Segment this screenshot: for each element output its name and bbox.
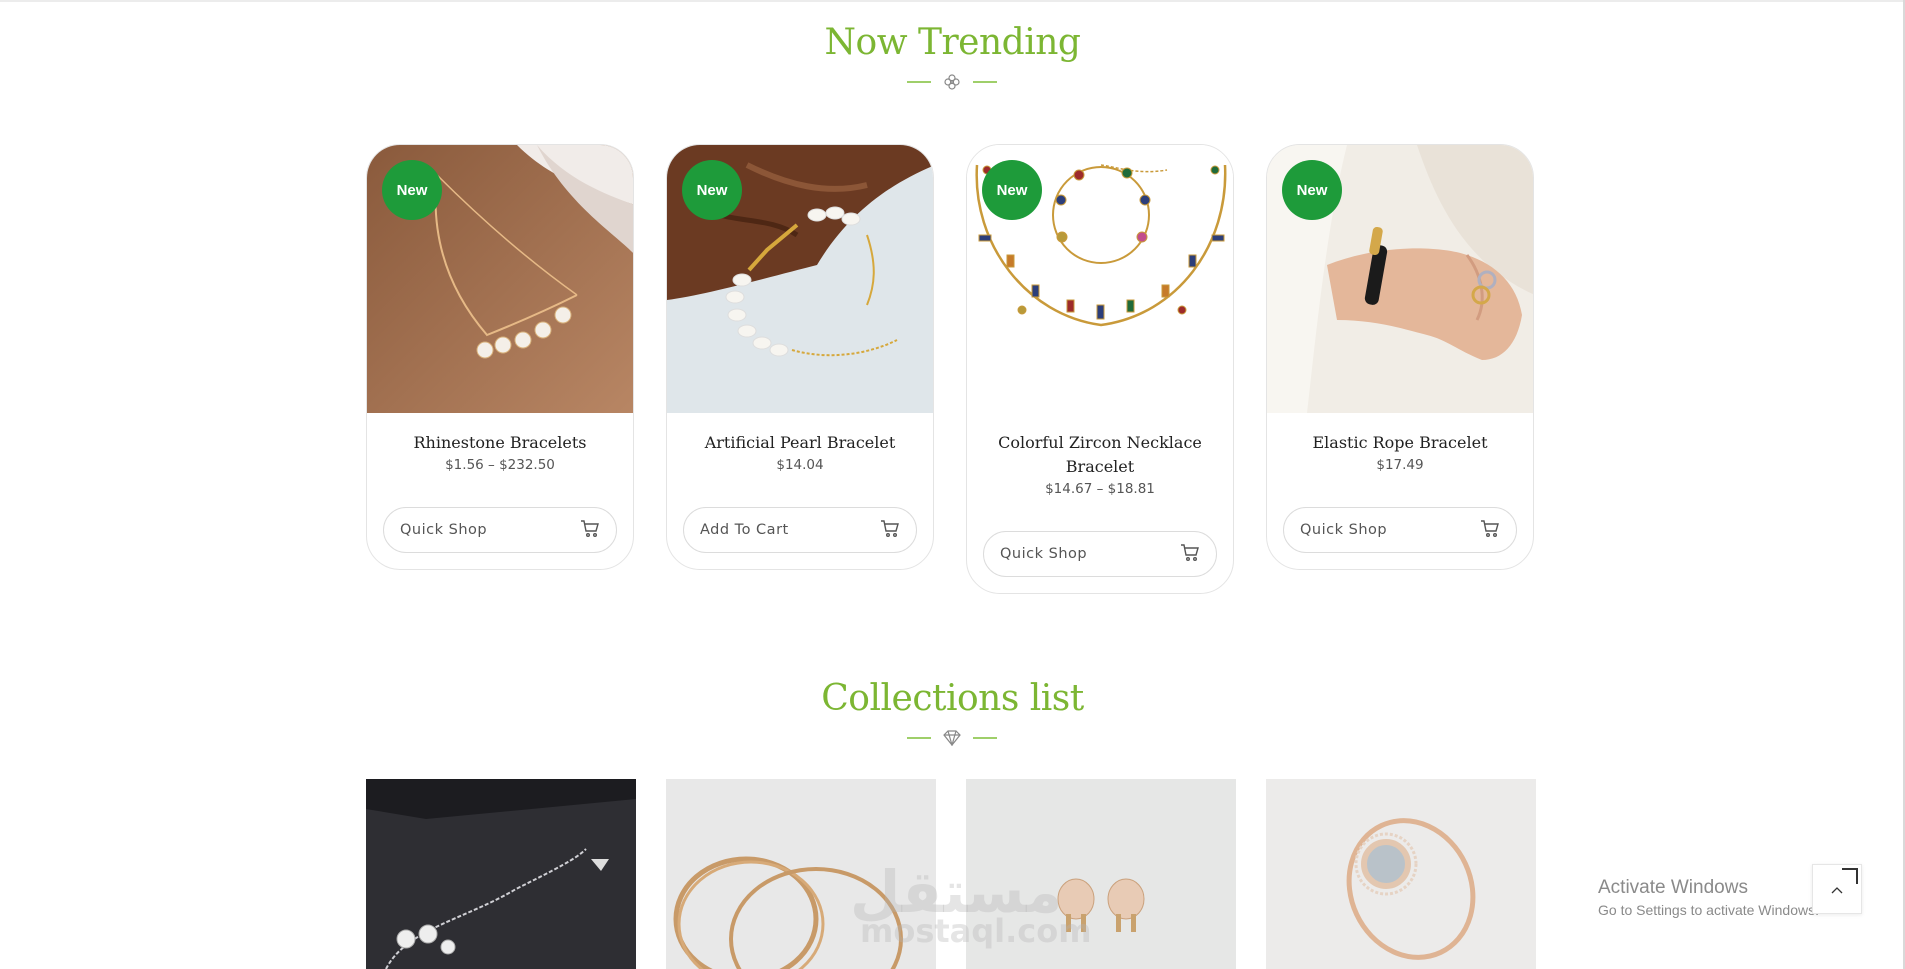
cart-icon (880, 518, 900, 542)
button-label: Quick Shop (1000, 546, 1088, 562)
top-border (0, 0, 1905, 2)
quick-shop-button[interactable]: Quick Shop (983, 531, 1217, 577)
product-price: $17.49 (1376, 457, 1424, 473)
activate-title: Activate Windows (1598, 877, 1748, 898)
collection-tile[interactable] (1266, 779, 1536, 969)
quick-shop-button[interactable]: Quick Shop (383, 507, 617, 553)
trending-title: Now Trending (824, 22, 1081, 63)
product-title[interactable]: Rhinestone Bracelets (387, 431, 613, 455)
product-title[interactable]: Colorful Zircon Necklace Bracelet (987, 431, 1213, 479)
flower-icon (943, 73, 961, 91)
cart-icon (1180, 542, 1200, 566)
product-card[interactable]: New Rhinestone Bracelets $1.56 – $232.50… (366, 144, 634, 570)
product-title[interactable]: Elastic Rope Bracelet (1287, 431, 1513, 455)
product-price: $1.56 – $232.50 (445, 457, 555, 473)
product-image[interactable]: New (1267, 145, 1533, 413)
product-price: $14.04 (776, 457, 824, 473)
product-image[interactable]: New (967, 145, 1233, 413)
product-image[interactable]: New (667, 145, 933, 413)
new-badge: New (682, 160, 742, 220)
collections-divider (907, 729, 997, 747)
quick-shop-button[interactable]: Quick Shop (1283, 507, 1517, 553)
cart-icon (1480, 518, 1500, 542)
collections-title: Collections list (821, 678, 1084, 719)
watermark-url: mostaql.com (860, 912, 1092, 950)
product-card[interactable]: New Artificial Pearl Bracelet $14.04 Add… (666, 144, 934, 570)
product-card[interactable]: New Colorful Zircon Necklace Bracelet $1… (966, 144, 1234, 594)
button-label: Quick Shop (400, 522, 488, 538)
new-badge: New (1282, 160, 1342, 220)
windows-activation-notice: Activate Windows Go to Settings to activ… (1598, 877, 1819, 918)
product-title[interactable]: Artificial Pearl Bracelet (687, 431, 913, 455)
product-image[interactable]: New (367, 145, 633, 413)
new-badge: New (382, 160, 442, 220)
trending-divider (907, 73, 997, 91)
cart-icon (580, 518, 600, 542)
new-badge: New (982, 160, 1042, 220)
product-price: $14.67 – $18.81 (1045, 481, 1155, 497)
product-card[interactable]: New Elastic Rope Bracelet $17.49 Quick S… (1266, 144, 1534, 570)
add-to-cart-button[interactable]: Add To Cart (683, 507, 917, 553)
collection-tile[interactable] (366, 779, 636, 969)
activate-subtitle: Go to Settings to activate Windows. (1598, 902, 1819, 918)
back-to-top-button[interactable] (1812, 864, 1862, 914)
diamond-icon (943, 729, 961, 747)
button-label: Quick Shop (1300, 522, 1388, 538)
button-label: Add To Cart (700, 522, 789, 538)
